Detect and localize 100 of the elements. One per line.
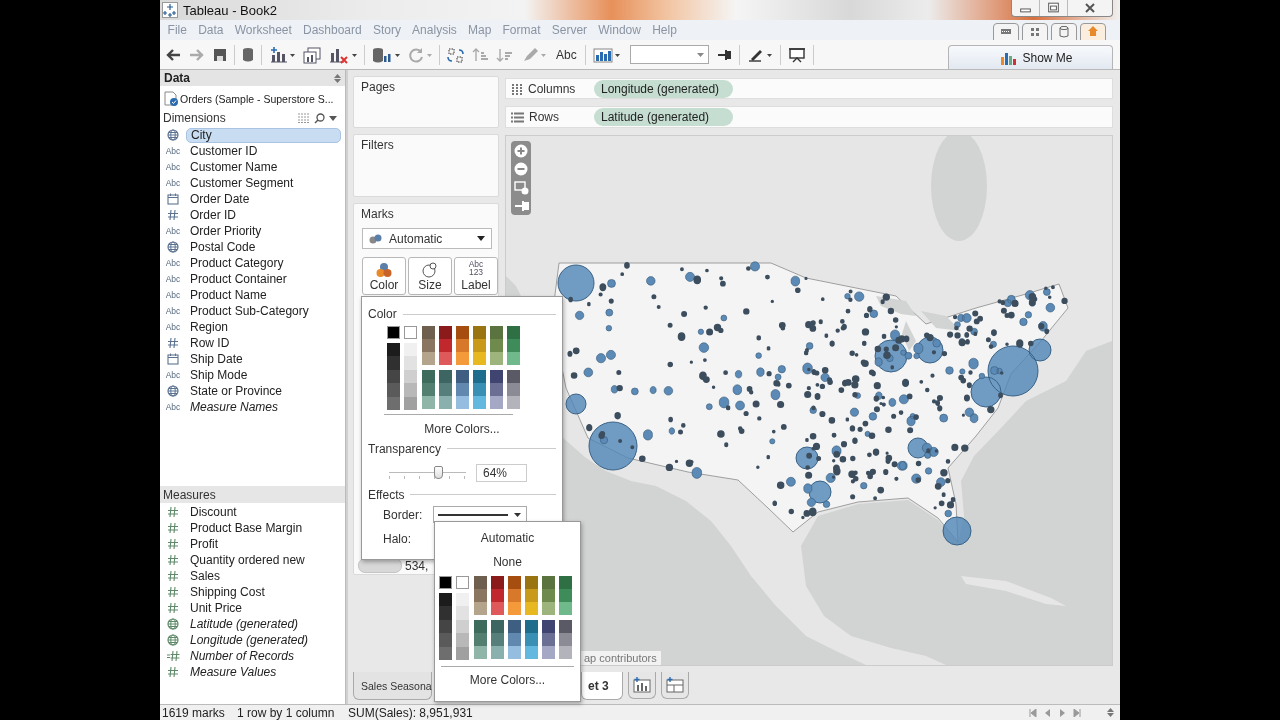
more-colors-button[interactable]: More Colors... bbox=[469, 672, 546, 687]
swap-icon[interactable] bbox=[446, 45, 466, 64]
database-icon[interactable] bbox=[241, 45, 255, 64]
marks-label-button[interactable]: Abc 123 Label bbox=[454, 257, 498, 295]
last-page-icon[interactable] bbox=[1073, 708, 1081, 717]
color-swatch[interactable] bbox=[439, 339, 452, 352]
color-swatch[interactable] bbox=[473, 352, 486, 365]
zoom-in-icon[interactable] bbox=[514, 144, 528, 158]
color-swatch[interactable] bbox=[542, 633, 555, 647]
color-swatch[interactable] bbox=[559, 576, 572, 589]
color-swatch[interactable] bbox=[387, 356, 400, 370]
color-swatch[interactable] bbox=[559, 602, 572, 615]
field-item[interactable]: Product Container bbox=[186, 271, 291, 287]
color-swatch[interactable] bbox=[490, 326, 503, 339]
field-item[interactable]: Measure Values bbox=[186, 664, 281, 680]
field-item[interactable]: Customer ID bbox=[186, 143, 262, 159]
color-swatch[interactable] bbox=[439, 593, 452, 607]
grid-icon[interactable] bbox=[1022, 23, 1048, 40]
color-swatch[interactable] bbox=[404, 343, 417, 357]
color-swatch[interactable] bbox=[387, 343, 400, 357]
sheet-tab[interactable]: et 3 bbox=[581, 672, 623, 700]
field-item[interactable]: Customer Segment bbox=[186, 175, 298, 191]
color-swatch[interactable] bbox=[456, 383, 469, 397]
color-swatch[interactable] bbox=[508, 646, 521, 660]
color-swatch[interactable] bbox=[387, 326, 400, 339]
color-swatch[interactable] bbox=[525, 646, 538, 660]
color-swatch[interactable] bbox=[473, 396, 486, 410]
fit-dropdown[interactable] bbox=[629, 45, 709, 64]
field-item[interactable]: State or Province bbox=[186, 383, 287, 399]
field-item[interactable]: Unit Price bbox=[186, 600, 246, 616]
caret-icon[interactable] bbox=[329, 115, 337, 121]
color-swatch[interactable] bbox=[456, 326, 469, 339]
field-item[interactable]: Ship Date bbox=[186, 351, 247, 367]
color-swatch[interactable] bbox=[491, 646, 504, 660]
color-swatch[interactable] bbox=[525, 633, 538, 647]
field-item[interactable]: Order Priority bbox=[186, 223, 266, 239]
color-swatch[interactable] bbox=[387, 383, 400, 397]
color-swatch[interactable] bbox=[559, 620, 572, 634]
field-item[interactable]: Quantity ordered new bbox=[186, 552, 309, 568]
color-swatch[interactable] bbox=[422, 326, 435, 339]
color-swatch[interactable] bbox=[404, 383, 417, 397]
new-dashboard-icon[interactable] bbox=[665, 677, 684, 693]
color-swatch[interactable] bbox=[439, 633, 452, 647]
field-item[interactable]: Order Date bbox=[186, 191, 254, 207]
color-swatch[interactable] bbox=[422, 352, 435, 365]
sort-icon[interactable] bbox=[1107, 708, 1114, 717]
field-item[interactable]: Product Category bbox=[186, 255, 288, 271]
film-strip-icon[interactable] bbox=[993, 23, 1019, 40]
field-item[interactable]: Order ID bbox=[186, 207, 240, 223]
color-swatch[interactable] bbox=[474, 576, 487, 589]
menu-option[interactable]: Automatic bbox=[480, 530, 535, 546]
color-swatch[interactable] bbox=[508, 589, 521, 602]
chart-type-icon[interactable] bbox=[591, 45, 622, 64]
field-item[interactable]: Discount bbox=[186, 504, 241, 520]
color-swatch[interactable] bbox=[508, 620, 521, 634]
color-swatch[interactable] bbox=[456, 593, 469, 607]
color-swatch[interactable] bbox=[422, 339, 435, 352]
color-swatch[interactable] bbox=[439, 396, 452, 410]
more-colors-button[interactable]: More Colors... bbox=[424, 421, 500, 436]
field-item[interactable]: Postal Code bbox=[186, 239, 260, 255]
next-icon[interactable] bbox=[1059, 708, 1065, 717]
field-item[interactable]: Measure Names bbox=[186, 399, 283, 415]
color-swatch[interactable] bbox=[422, 383, 435, 397]
list-view-icon[interactable] bbox=[298, 113, 310, 123]
field-item[interactable]: Product Base Margin bbox=[186, 520, 307, 536]
slider-thumb[interactable] bbox=[434, 465, 444, 479]
color-swatch[interactable] bbox=[456, 352, 469, 365]
field-item[interactable]: Number of Records bbox=[186, 648, 299, 664]
color-swatch[interactable] bbox=[474, 589, 487, 602]
new-worksheet-icon[interactable] bbox=[632, 677, 651, 693]
field-item[interactable]: Shipping Cost bbox=[186, 584, 269, 600]
color-swatch[interactable] bbox=[542, 602, 555, 615]
field-item[interactable]: Ship Mode bbox=[186, 367, 252, 383]
home-icon[interactable] bbox=[1080, 23, 1106, 40]
color-swatch[interactable] bbox=[456, 339, 469, 352]
field-item[interactable]: Longitude (generated) bbox=[186, 632, 313, 648]
color-swatch[interactable] bbox=[508, 633, 521, 647]
color-swatch[interactable] bbox=[491, 589, 504, 602]
data-source-name[interactable]: Orders (Sample - Superstore S... bbox=[180, 92, 334, 105]
color-swatch[interactable] bbox=[491, 602, 504, 615]
color-swatch[interactable] bbox=[474, 602, 487, 615]
color-swatch[interactable] bbox=[404, 326, 417, 339]
color-swatch[interactable] bbox=[525, 576, 538, 589]
duplicate-chart-icon[interactable] bbox=[302, 45, 322, 64]
color-swatch[interactable] bbox=[473, 370, 486, 384]
color-swatch[interactable] bbox=[507, 326, 520, 339]
color-swatch[interactable] bbox=[456, 370, 469, 384]
color-swatch[interactable] bbox=[490, 383, 503, 397]
color-swatch[interactable] bbox=[490, 352, 503, 365]
color-swatch[interactable] bbox=[525, 602, 538, 615]
show-labels-button[interactable]: Abc bbox=[554, 47, 579, 62]
zoom-area-icon[interactable] bbox=[513, 180, 529, 195]
color-swatch[interactable] bbox=[439, 383, 452, 397]
previous-icon[interactable] bbox=[1045, 708, 1051, 717]
color-swatch[interactable] bbox=[507, 383, 520, 397]
color-swatch[interactable] bbox=[422, 396, 435, 410]
field-item[interactable]: Profit bbox=[186, 536, 222, 552]
color-swatch[interactable] bbox=[422, 370, 435, 384]
color-swatch[interactable] bbox=[508, 602, 521, 615]
color-swatch[interactable] bbox=[559, 589, 572, 602]
